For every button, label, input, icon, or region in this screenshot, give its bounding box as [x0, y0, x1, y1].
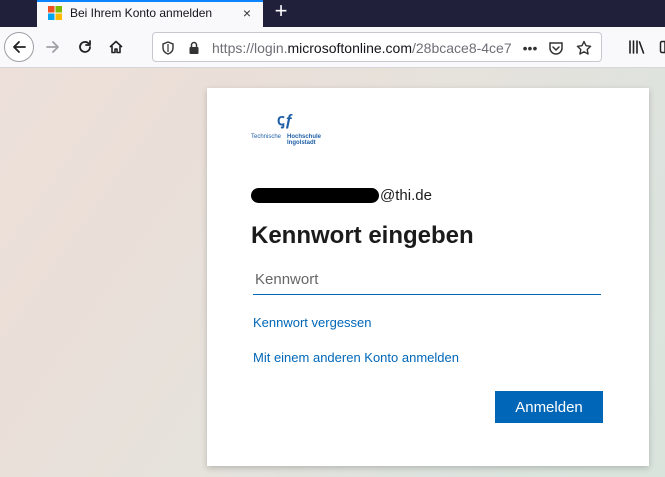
- forward-button[interactable]: [38, 32, 68, 62]
- new-tab-button[interactable]: +: [270, 0, 292, 23]
- url-scheme: https://login.: [212, 40, 288, 56]
- url-bar[interactable]: https://login.microsoftonline.com/28bcac…: [152, 32, 602, 62]
- home-button[interactable]: [101, 32, 131, 62]
- library-button[interactable]: [622, 32, 652, 62]
- page-background: ꞔƒ Technische Hochschule Ingolstadt @thi…: [0, 68, 665, 477]
- back-button[interactable]: [4, 32, 34, 62]
- logo-text-hochschule: Hochschule Ingolstadt: [287, 134, 321, 146]
- navigation-toolbar: https://login.microsoftonline.com/28bcac…: [0, 27, 665, 68]
- tab-title: Bei Ihrem Konto anmelden: [70, 6, 213, 20]
- url-path: /28bcace8-4ce7: [412, 40, 512, 56]
- sign-in-button[interactable]: Anmelden: [495, 391, 603, 423]
- tab-close-icon[interactable]: ×: [239, 4, 255, 22]
- star-icon[interactable]: [575, 39, 593, 57]
- logo-text-technische: Technische: [251, 134, 282, 140]
- page-title: Kennwort eingeben: [251, 222, 474, 249]
- pocket-icon[interactable]: [547, 39, 565, 57]
- forward-arrow-icon: [46, 41, 59, 53]
- page-actions-icon[interactable]: •••: [519, 39, 541, 57]
- logo-line-2: Ingolstadt: [287, 140, 316, 146]
- reload-button[interactable]: [70, 32, 100, 62]
- sidebar-icon: [659, 40, 665, 54]
- microsoft-logo-icon: [48, 6, 62, 20]
- lock-icon[interactable]: [185, 39, 203, 57]
- url-domain: microsoftonline.com: [287, 40, 413, 56]
- logo-mark: ꞔƒ: [277, 112, 294, 129]
- library-icon: [629, 40, 645, 54]
- reload-icon: [79, 40, 91, 53]
- forgot-password-link[interactable]: Kennwort vergessen: [253, 315, 372, 330]
- password-field[interactable]: [253, 264, 601, 295]
- shield-icon[interactable]: [159, 39, 177, 57]
- url-text[interactable]: https://login.microsoftonline.com/28bcac…: [212, 40, 512, 56]
- other-account-link[interactable]: Mit einem anderen Konto anmelden: [253, 350, 459, 365]
- email-domain: @thi.de: [380, 187, 432, 204]
- home-icon: [109, 40, 123, 54]
- tab-active[interactable]: Bei Ihrem Konto anmelden ×: [37, 0, 263, 27]
- tab-strip: Bei Ihrem Konto anmelden × +: [0, 0, 665, 27]
- redacted-username: [251, 188, 379, 203]
- back-arrow-icon: [13, 41, 26, 53]
- sidebar-button[interactable]: [652, 32, 665, 62]
- login-card: ꞔƒ Technische Hochschule Ingolstadt @thi…: [207, 88, 649, 466]
- thi-logo: ꞔƒ Technische Hochschule Ingolstadt: [251, 112, 341, 148]
